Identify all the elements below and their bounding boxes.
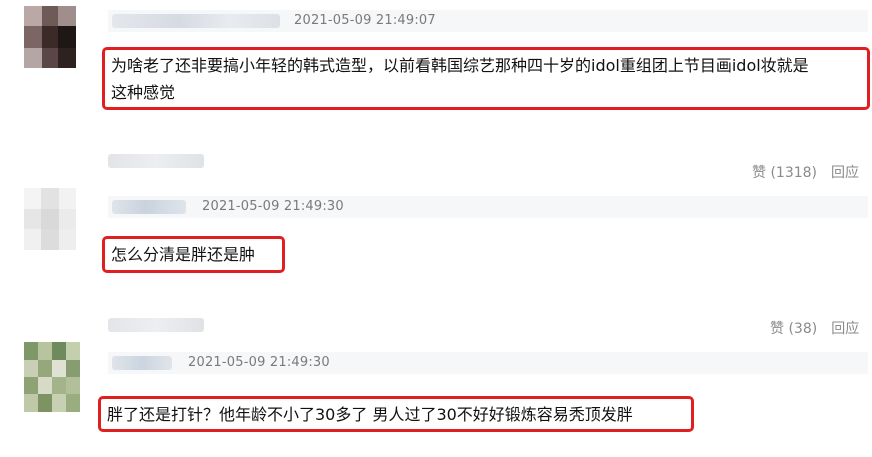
comment-actions: 赞 (38) 回应 <box>770 318 859 338</box>
avatar[interactable] <box>24 6 76 68</box>
comment-text-line: 胖了还是打针？他年龄不小了30多了 男人过了30不好好锻炼容易秃顶发胖 <box>107 405 633 424</box>
avatar[interactable] <box>24 342 80 412</box>
comment-text-line: 为啥老了还非要搞小年轻的韩式造型，以前看韩国综艺那种四十岁的idol重组团上节目… <box>111 56 809 75</box>
avatar[interactable] <box>24 188 76 250</box>
comment-text-line: 怎么分清是胖还是肿 <box>111 245 256 264</box>
username-blurred[interactable] <box>112 356 172 370</box>
username-blurred[interactable] <box>112 14 280 28</box>
reply-button[interactable]: 回应 <box>831 162 859 182</box>
username-blurred[interactable] <box>108 154 204 168</box>
username-blurred[interactable] <box>108 318 204 332</box>
like-button[interactable]: 赞 (38) <box>770 318 817 338</box>
comment-text-box: 怎么分清是胖还是肿 <box>102 236 285 273</box>
username-blurred[interactable] <box>112 200 186 214</box>
comment-text-box: 胖了还是打针？他年龄不小了30多了 男人过了30不好好锻炼容易秃顶发胖 <box>98 396 694 432</box>
comment-text-line: 这种感觉 <box>111 83 176 102</box>
reply-button[interactable]: 回应 <box>831 318 859 338</box>
comment-actions: 赞 (1318) 回应 <box>752 162 859 182</box>
like-button[interactable]: 赞 (1318) <box>752 162 817 182</box>
comment-timestamp: 2021-05-09 21:49:30 <box>188 355 330 370</box>
comment-timestamp: 2021-05-09 21:49:30 <box>202 199 344 214</box>
comment-text-box: 为啥老了还非要搞小年轻的韩式造型，以前看韩国综艺那种四十岁的idol重组团上节目… <box>102 47 870 110</box>
comment-timestamp: 2021-05-09 21:49:07 <box>294 13 436 28</box>
